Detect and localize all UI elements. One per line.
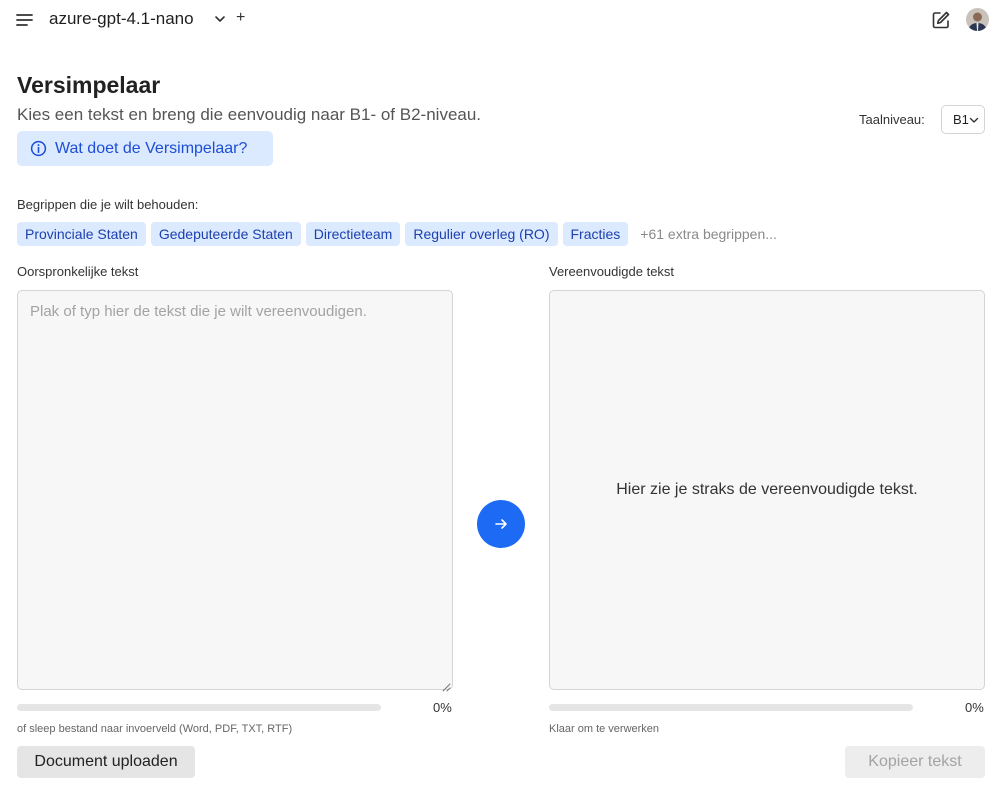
input-label: Oorspronkelijke tekst (17, 264, 139, 279)
term-chip[interactable]: Provinciale Staten (17, 222, 146, 246)
output-label: Vereenvoudigde tekst (549, 264, 675, 279)
simplified-text-output: Hier zie je straks de vereenvoudigde tek… (549, 290, 985, 690)
copy-text-button[interactable]: Kopieer tekst (845, 746, 985, 778)
output-placeholder: Hier zie je straks de vereenvoudigde tek… (616, 481, 918, 498)
arrow-right-icon (495, 519, 507, 529)
term-chip[interactable]: Regulier overleg (RO) (405, 222, 558, 246)
info-button-label: Wat doet de Versimpelaar? (55, 139, 248, 157)
term-chip[interactable]: Directieteam (305, 222, 401, 246)
chevron-down-icon[interactable] (213, 12, 227, 26)
chevron-down-icon (969, 117, 979, 123)
upload-document-button[interactable]: Document uploaden (17, 746, 195, 778)
term-chip[interactable]: Gedeputeerde Staten (150, 222, 301, 246)
output-progress-text: 0% (965, 700, 984, 715)
status-text: Klaar om te verwerken (549, 723, 660, 735)
input-progress-bar (17, 704, 381, 711)
level-select[interactable]: B1 (941, 105, 985, 134)
page-subtitle: Kies een tekst en breng die eenvoudig na… (17, 105, 482, 124)
new-chat-button[interactable]: + (236, 8, 245, 28)
level-value: B1 (953, 112, 969, 127)
resize-handle-icon[interactable] (442, 679, 451, 692)
top-bar: azure-gpt-4.1-nano + (0, 0, 1002, 40)
model-selector[interactable]: azure-gpt-4.1-nano (49, 9, 194, 29)
original-text-input[interactable] (17, 290, 453, 690)
terms-label: Begrippen die je wilt behouden: (17, 197, 199, 212)
level-label: Taalniveau: (859, 112, 925, 127)
avatar[interactable] (966, 8, 989, 31)
info-icon (30, 140, 47, 157)
page-title: Versimpelaar (17, 72, 161, 98)
terms-chip-list: Provinciale Staten Gedeputeerde Staten D… (17, 222, 777, 246)
output-progress-bar (549, 704, 913, 711)
upload-hint: of sleep bestand naar invoerveld (Word, … (17, 723, 293, 735)
info-button[interactable]: Wat doet de Versimpelaar? (17, 131, 273, 166)
input-progress-text: 0% (433, 700, 452, 715)
extra-terms-link[interactable]: +61 extra begrippen... (640, 226, 777, 242)
menu-icon[interactable] (14, 9, 36, 31)
edit-icon[interactable] (930, 9, 952, 31)
term-chip[interactable]: Fracties (562, 222, 629, 246)
simplify-button[interactable] (477, 500, 525, 548)
